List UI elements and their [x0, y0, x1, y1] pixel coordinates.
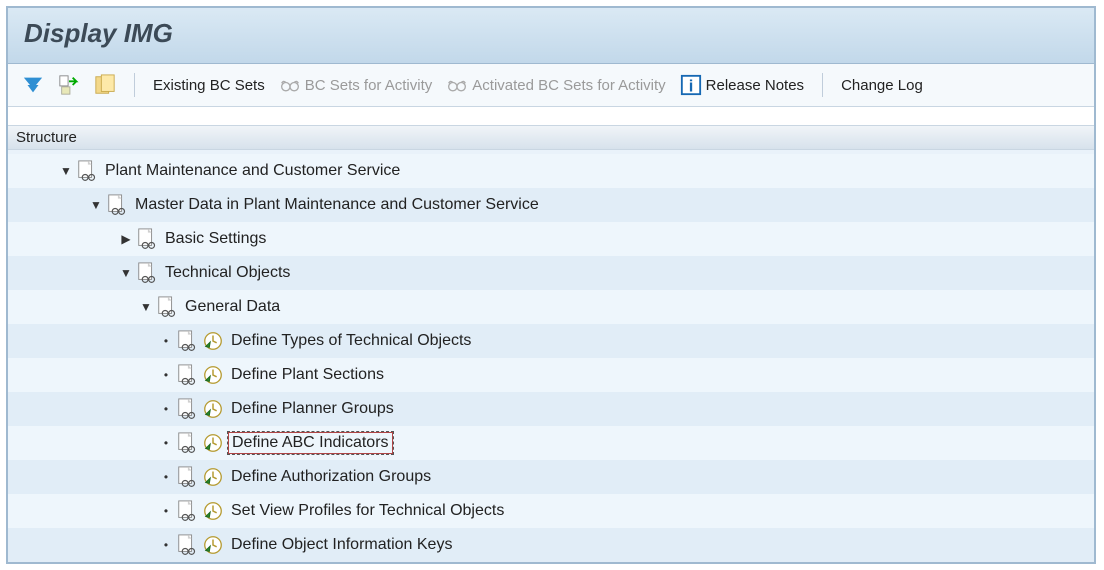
- doc-glasses-icon[interactable]: [176, 466, 198, 488]
- execute-activity-icon[interactable]: [202, 500, 224, 522]
- button-label: Activated BC Sets for Activity: [472, 77, 665, 94]
- tree-label: Set View Profiles for Technical Objects: [228, 501, 507, 521]
- page-title: Display IMG: [24, 18, 1078, 49]
- button-label: Change Log: [841, 77, 923, 94]
- tree-node-set-view-profiles[interactable]: • Set View Profiles for Technical Object…: [8, 494, 1094, 528]
- info-icon: i: [680, 74, 702, 96]
- collapse-icon[interactable]: ▼: [58, 163, 74, 179]
- execute-activity-icon[interactable]: [202, 466, 224, 488]
- doc-glasses-icon[interactable]: [176, 398, 198, 420]
- tree-label: Basic Settings: [162, 229, 269, 249]
- tree-label: Define Plant Sections: [228, 365, 387, 385]
- change-log-button[interactable]: Change Log: [837, 75, 927, 96]
- tree-node-technical-objects[interactable]: ▼ Technical Objects: [8, 256, 1094, 290]
- doc-glasses-icon[interactable]: [106, 194, 128, 216]
- leaf-bullet-icon: •: [158, 435, 174, 451]
- tree-label: Plant Maintenance and Customer Service: [102, 161, 403, 181]
- leaf-bullet-icon: •: [158, 537, 174, 553]
- collapse-icon[interactable]: ▼: [88, 197, 104, 213]
- button-label: Existing BC Sets: [153, 77, 265, 94]
- tree-label: Define Planner Groups: [228, 399, 397, 419]
- leaf-bullet-icon: •: [158, 401, 174, 417]
- where-used-icon: [58, 74, 80, 96]
- title-bar: Display IMG: [8, 8, 1094, 64]
- collapse-icon[interactable]: ▼: [118, 265, 134, 281]
- execute-activity-icon[interactable]: [202, 534, 224, 556]
- doc-glasses-icon[interactable]: [156, 296, 178, 318]
- tree-node-general-data[interactable]: ▼ General Data: [8, 290, 1094, 324]
- tree-node-define-planner-groups[interactable]: • Define Planner Groups: [8, 392, 1094, 426]
- leaf-bullet-icon: •: [158, 333, 174, 349]
- glasses-icon: [446, 74, 468, 96]
- tree-node-define-object-info-keys[interactable]: • Define Object Information Keys: [8, 528, 1094, 562]
- app-window: Display IMG Existing BC Sets BC Se: [6, 6, 1096, 564]
- tree-node-define-abc-indicators[interactable]: • Define ABC Indicators: [8, 426, 1094, 460]
- tree-node-basic-settings[interactable]: ▶ Basic Settings: [8, 222, 1094, 256]
- add-to-favorites-icon: [94, 74, 116, 96]
- expand-all-button[interactable]: [18, 72, 48, 98]
- glasses-icon: [279, 74, 301, 96]
- tree-node-define-types[interactable]: • Define Types of Technical Objects: [8, 324, 1094, 358]
- toolbar-separator: [822, 73, 823, 97]
- toolbar-separator: [134, 73, 135, 97]
- button-label: BC Sets for Activity: [305, 77, 433, 94]
- tree-node-master-data[interactable]: ▼ Master Data in Plant Maintenance and C…: [8, 188, 1094, 222]
- tree-label: Define Object Information Keys: [228, 535, 455, 555]
- structure-header: Structure: [8, 125, 1094, 150]
- doc-glasses-icon[interactable]: [176, 364, 198, 386]
- release-notes-button[interactable]: i Release Notes: [676, 72, 808, 98]
- execute-activity-icon[interactable]: [202, 364, 224, 386]
- tree-label: General Data: [182, 297, 283, 317]
- leaf-bullet-icon: •: [158, 367, 174, 383]
- tree-node-plant-maintenance[interactable]: ▼ Plant Maintenance and Customer Service: [8, 154, 1094, 188]
- tree-node-define-plant-sections[interactable]: • Define Plant Sections: [8, 358, 1094, 392]
- add-to-favorites-button[interactable]: [90, 72, 120, 98]
- where-used-button[interactable]: [54, 72, 84, 98]
- doc-glasses-icon[interactable]: [136, 228, 158, 250]
- expand-all-icon: [22, 74, 44, 96]
- doc-glasses-icon[interactable]: [176, 330, 198, 352]
- expand-icon[interactable]: ▶: [118, 231, 134, 247]
- tree-label: Define Authorization Groups: [228, 467, 434, 487]
- bc-sets-for-activity-button[interactable]: BC Sets for Activity: [275, 72, 437, 98]
- doc-glasses-icon[interactable]: [176, 500, 198, 522]
- tree-label-selected: Define ABC Indicators: [228, 432, 393, 454]
- leaf-bullet-icon: •: [158, 469, 174, 485]
- img-tree: ▼ Plant Maintenance and Customer Service…: [8, 150, 1094, 562]
- execute-activity-icon[interactable]: [202, 398, 224, 420]
- tree-node-define-authorization-groups[interactable]: • Define Authorization Groups: [8, 460, 1094, 494]
- button-label: Release Notes: [706, 77, 804, 94]
- execute-activity-icon[interactable]: [202, 432, 224, 454]
- doc-glasses-icon[interactable]: [76, 160, 98, 182]
- doc-glasses-icon[interactable]: [176, 432, 198, 454]
- tree-label: Define Types of Technical Objects: [228, 331, 474, 351]
- tree-label: Technical Objects: [162, 263, 293, 283]
- collapse-icon[interactable]: ▼: [138, 299, 154, 315]
- activated-bc-sets-for-activity-button[interactable]: Activated BC Sets for Activity: [442, 72, 669, 98]
- tree-label: Master Data in Plant Maintenance and Cus…: [132, 195, 542, 215]
- doc-glasses-icon[interactable]: [176, 534, 198, 556]
- doc-glasses-icon[interactable]: [136, 262, 158, 284]
- leaf-bullet-icon: •: [158, 503, 174, 519]
- svg-text:i: i: [688, 77, 693, 95]
- execute-activity-icon[interactable]: [202, 330, 224, 352]
- toolbar: Existing BC Sets BC Sets for Activity Ac…: [8, 64, 1094, 107]
- existing-bc-sets-button[interactable]: Existing BC Sets: [149, 75, 269, 96]
